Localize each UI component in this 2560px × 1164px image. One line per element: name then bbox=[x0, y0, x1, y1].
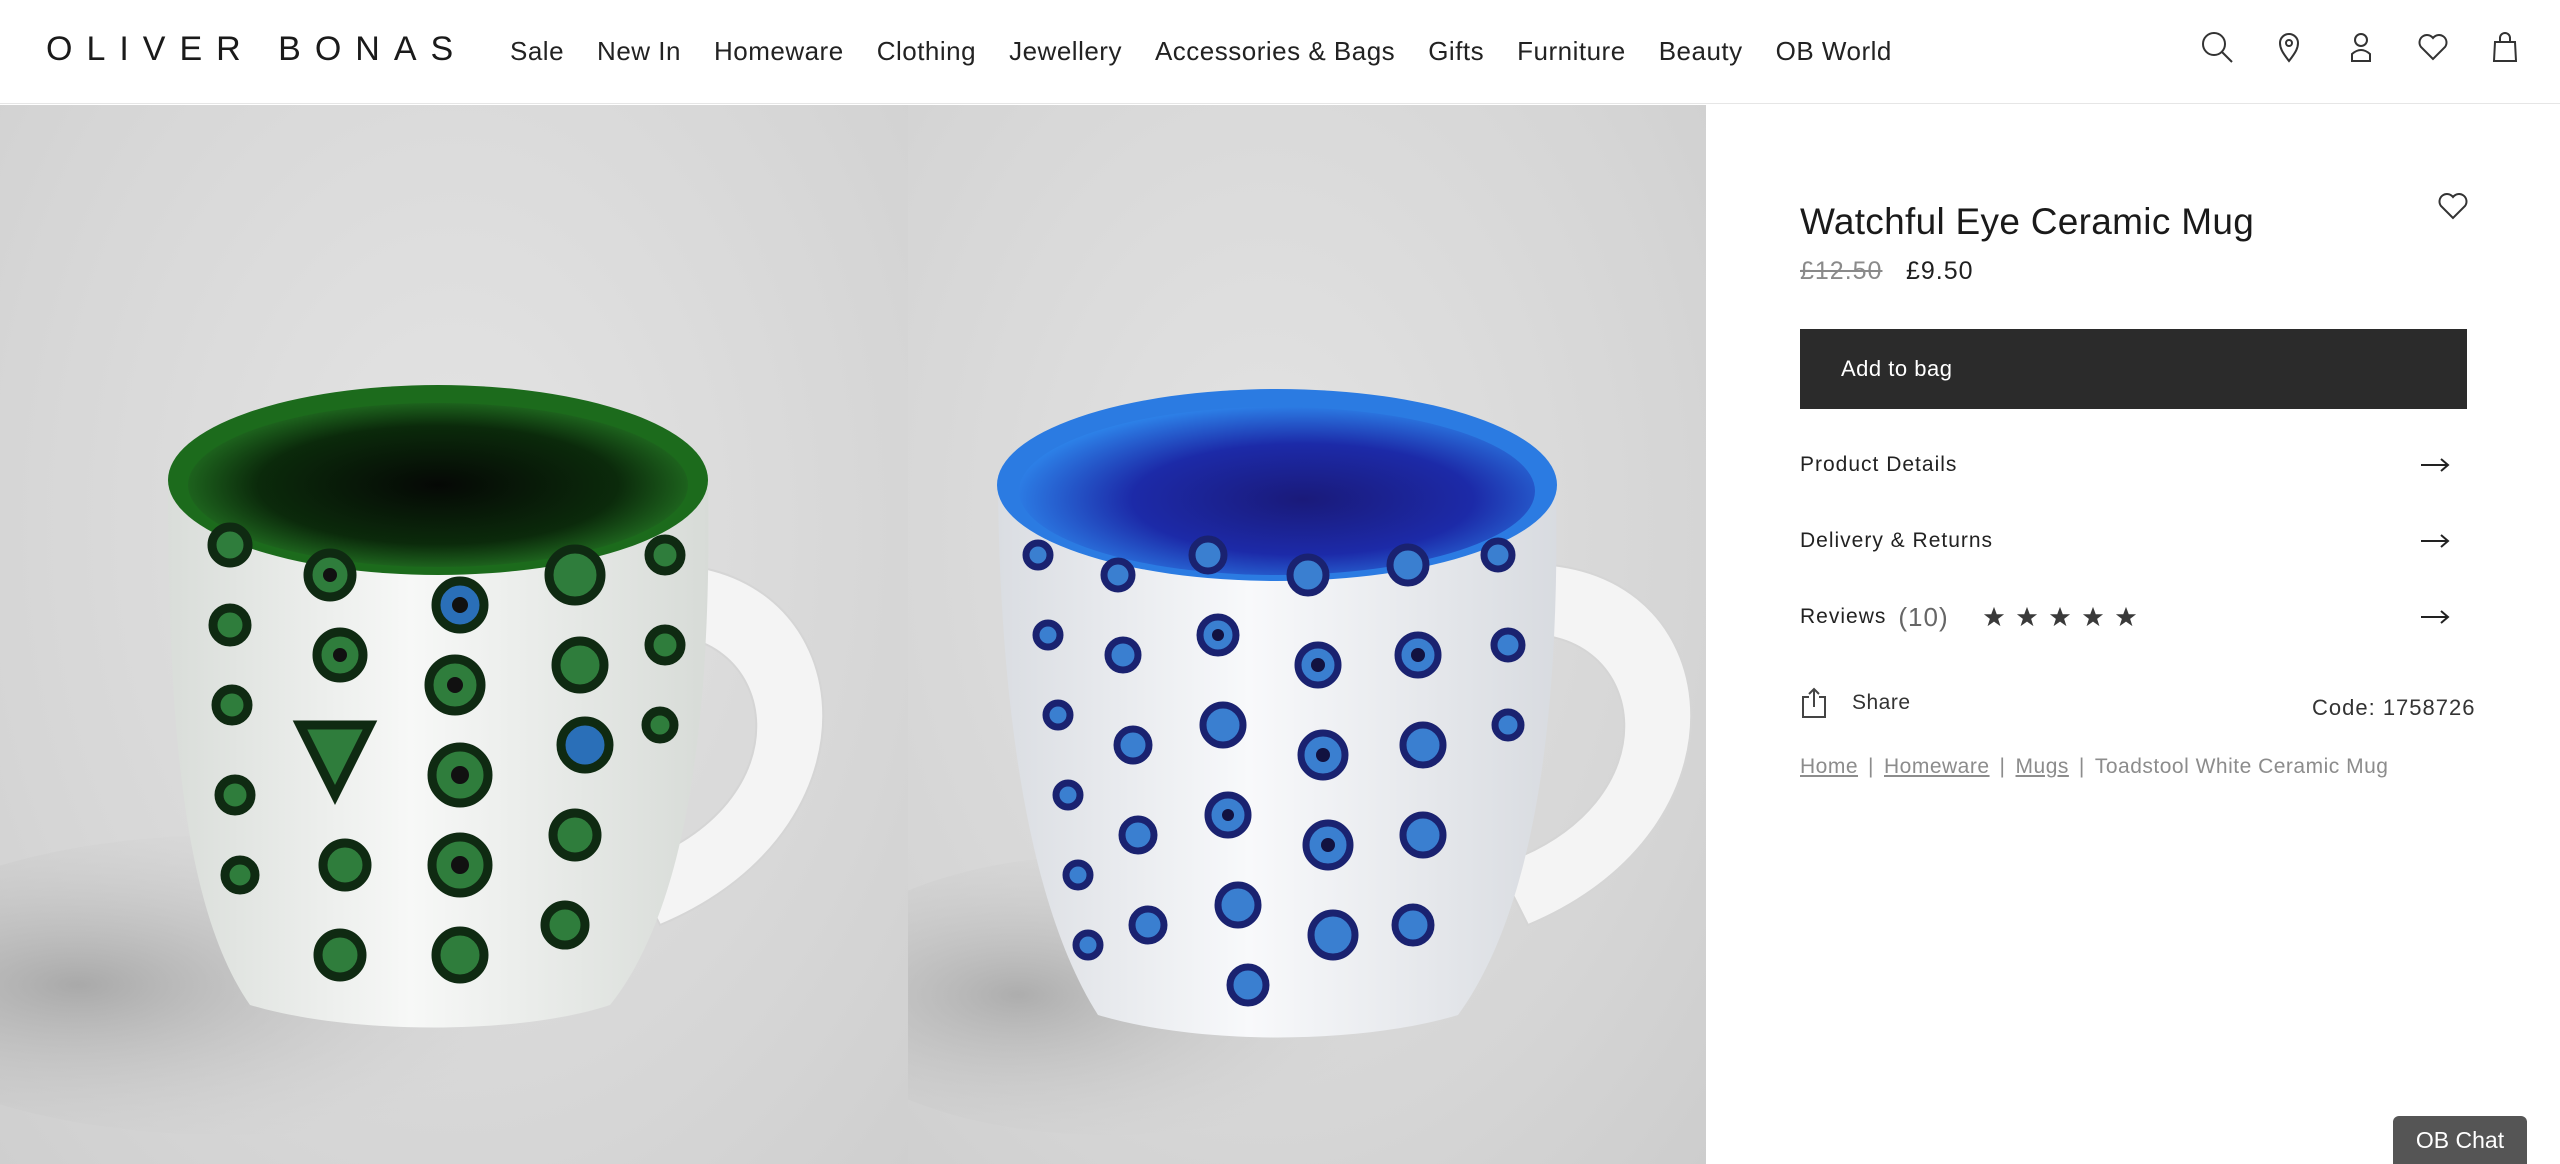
sale-price: £9.50 bbox=[1906, 257, 1974, 285]
nav-item-accessories-bags[interactable]: Accessories & Bags bbox=[1155, 36, 1395, 67]
nav-item-beauty[interactable]: Beauty bbox=[1659, 36, 1743, 67]
delivery-returns-label: Delivery & Returns bbox=[1800, 529, 1994, 552]
nav-item-sale[interactable]: Sale bbox=[510, 36, 564, 67]
reviews-count: (10) bbox=[1898, 601, 1949, 632]
breadcrumb: Home | Homeware | Mugs | Toadstool White Ceram… bbox=[1800, 755, 2388, 779]
nav-item-homeware[interactable]: Homeware bbox=[714, 36, 844, 67]
product-details-label: Product Details bbox=[1800, 453, 1958, 476]
site-header: OLIVER BONAS Sale New In Homeware Clothi… bbox=[0, 0, 2560, 104]
original-price: £12.50 bbox=[1800, 257, 1883, 285]
share-button[interactable]: Share bbox=[1800, 687, 1911, 719]
breadcrumb-current: Toadstool White Ceramic Mug bbox=[2094, 755, 2389, 778]
product-gallery bbox=[0, 105, 1706, 1164]
breadcrumb-mugs[interactable]: Mugs bbox=[2016, 755, 2069, 778]
star-rating bbox=[1983, 606, 2137, 628]
share-icon bbox=[1802, 687, 1826, 718]
reviews-label: Reviews bbox=[1800, 605, 1887, 628]
green-mug-illustration bbox=[0, 385, 825, 1135]
account-icon[interactable] bbox=[2344, 30, 2378, 64]
store-location-icon[interactable] bbox=[2272, 30, 2306, 64]
nav-item-furniture[interactable]: Furniture bbox=[1517, 36, 1626, 67]
nav-item-jewellery[interactable]: Jewellery bbox=[1009, 36, 1122, 67]
breadcrumb-separator: | bbox=[1868, 755, 1874, 778]
star-icon bbox=[1983, 606, 2004, 627]
product-image-green-mug[interactable] bbox=[0, 105, 908, 1164]
product-details-accordion[interactable]: Product Details bbox=[1800, 445, 2450, 485]
breadcrumb-homeware[interactable]: Homeware bbox=[1884, 755, 1990, 778]
nav-item-gifts[interactable]: Gifts bbox=[1428, 36, 1484, 67]
add-to-bag-button[interactable]: Add to bag bbox=[1800, 329, 2467, 409]
product-info-panel: Watchful Eye Ceramic Mug £12.50 £9.50 Ad… bbox=[1706, 105, 2560, 1164]
brand-logo[interactable]: OLIVER BONAS bbox=[46, 30, 467, 69]
header-actions bbox=[2200, 30, 2522, 64]
search-icon[interactable] bbox=[2200, 30, 2234, 64]
star-icon bbox=[2049, 606, 2070, 627]
arrow-right-icon bbox=[2420, 609, 2450, 625]
ob-chat-button[interactable]: OB Chat bbox=[2393, 1116, 2527, 1164]
arrow-right-icon bbox=[2420, 533, 2450, 549]
star-icon bbox=[2082, 606, 2103, 627]
wishlist-icon[interactable] bbox=[2416, 30, 2450, 64]
breadcrumb-separator: | bbox=[2078, 755, 2085, 778]
share-label: Share bbox=[1852, 691, 1911, 714]
bag-icon[interactable] bbox=[2488, 30, 2522, 64]
nav-item-clothing[interactable]: Clothing bbox=[877, 36, 976, 67]
add-to-wishlist-heart-icon[interactable] bbox=[2436, 189, 2470, 223]
arrow-right-icon bbox=[2420, 457, 2450, 473]
blue-mug-illustration bbox=[908, 389, 1693, 1135]
main-nav: Sale New In Homeware Clothing Jewellery … bbox=[510, 36, 1892, 67]
breadcrumb-separator: | bbox=[1999, 755, 2006, 778]
product-title: Watchful Eye Ceramic Mug bbox=[1800, 201, 2255, 242]
star-icon bbox=[2115, 606, 2136, 627]
star-icon bbox=[2016, 606, 2037, 627]
product-code: Code: 1758726 bbox=[2312, 695, 2476, 720]
nav-item-new-in[interactable]: New In bbox=[597, 36, 681, 67]
reviews-accordion[interactable]: Reviews (10) bbox=[1800, 597, 2450, 637]
nav-item-ob-world[interactable]: OB World bbox=[1776, 36, 1892, 67]
delivery-returns-accordion[interactable]: Delivery & Returns bbox=[1800, 521, 2450, 561]
product-image-blue-mug[interactable] bbox=[908, 105, 1706, 1164]
breadcrumb-home[interactable]: Home bbox=[1800, 755, 1858, 778]
